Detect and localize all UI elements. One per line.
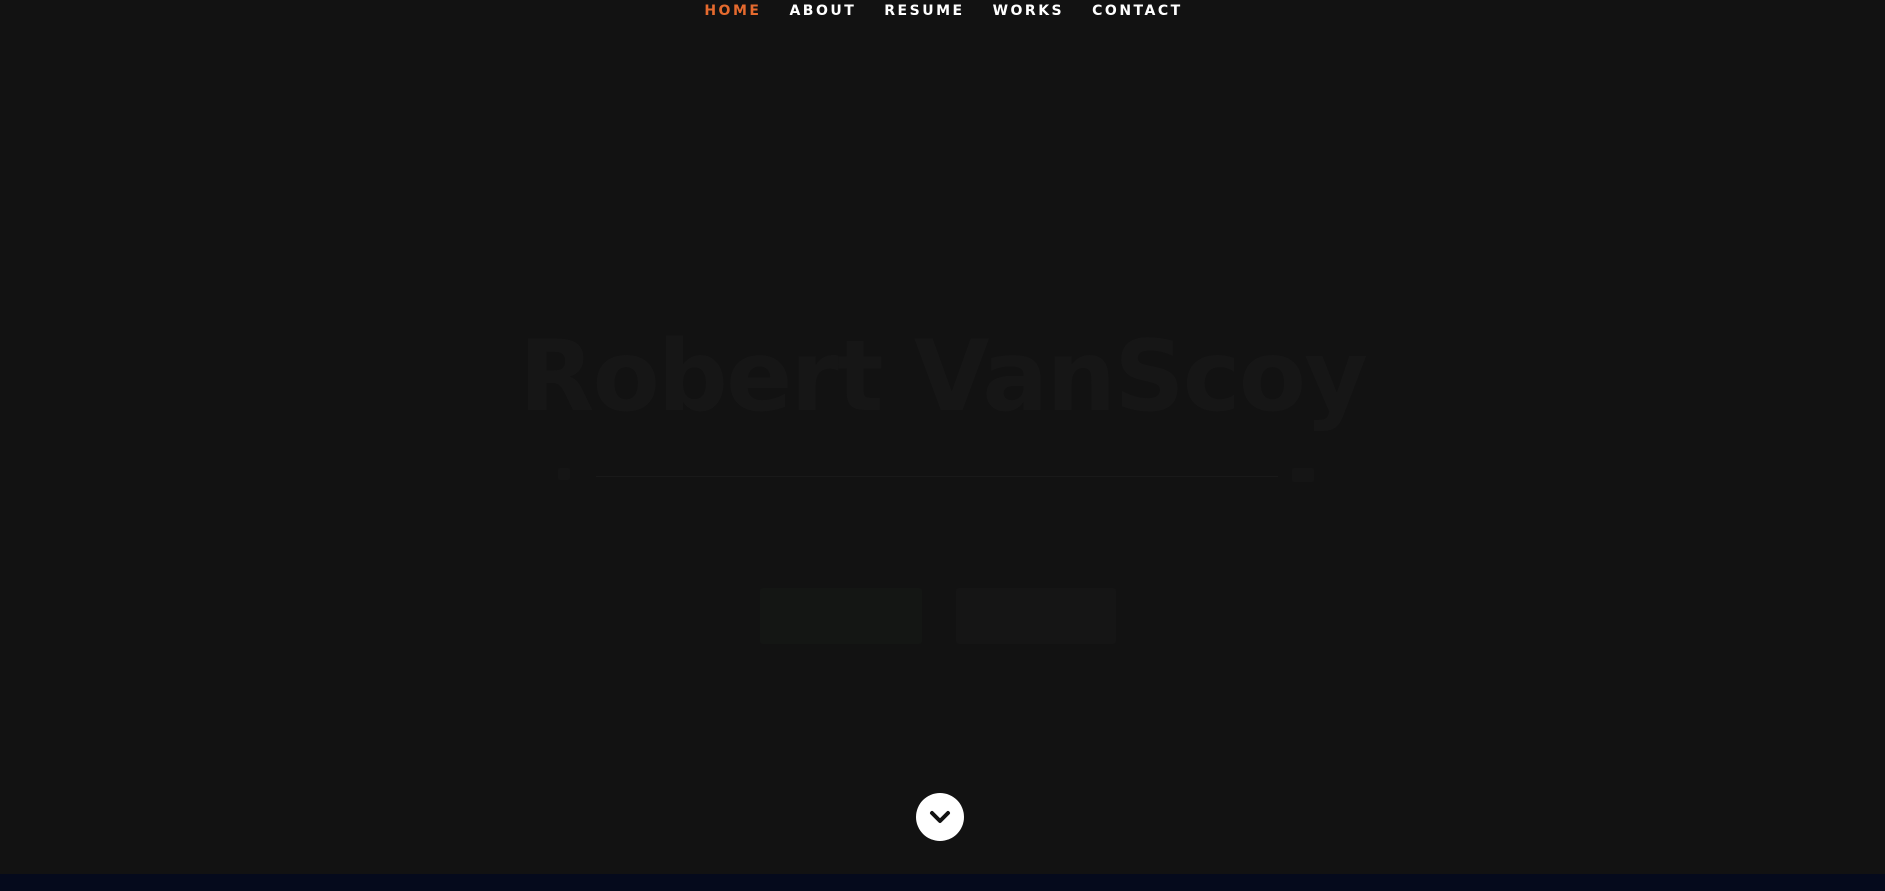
next-section-edge <box>0 874 1885 891</box>
hero-section: Robert VanScoy <box>0 0 1885 891</box>
hero-social-icon-left <box>558 468 570 480</box>
hero-secondary-button[interactable] <box>956 588 1116 644</box>
hero-social-icon-right <box>1292 468 1314 482</box>
chevron-down-icon <box>930 811 950 823</box>
page: HOME ABOUT RESUME WORKS CONTACT Robert V… <box>0 0 1885 891</box>
scroll-down-button[interactable] <box>916 793 964 841</box>
hero-divider <box>596 476 1278 477</box>
hero-primary-button[interactable] <box>760 588 922 644</box>
hero-title: Robert VanScoy <box>519 320 1368 434</box>
